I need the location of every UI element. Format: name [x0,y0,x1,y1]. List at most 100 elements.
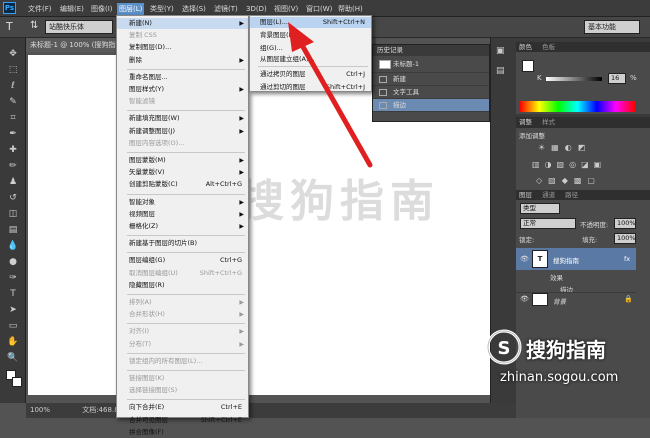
menu-3d[interactable]: 3D(D) [244,3,269,15]
tab-paths[interactable]: 路径 [565,191,578,199]
adjustment-icons-row3[interactable]: ◇▨◆▩▢ [536,176,601,185]
menu-window[interactable]: 窗口(W) [304,3,334,15]
menu-filter[interactable]: 滤镜(T) [212,3,240,15]
layer-menu-item[interactable]: 新建基于图层的切片(B) [117,238,248,249]
k-value-field[interactable]: 16 [608,73,626,84]
background-color-swatch[interactable] [12,377,22,387]
eraser-icon[interactable]: ◫ [4,208,22,221]
layer-kind-filter[interactable]: 类型 [520,203,560,214]
text-tool-icon[interactable]: T [4,288,22,301]
gradient-tool-icon[interactable]: ▤ [4,224,22,237]
layer-menu-item[interactable]: 新建(N) ▶ [117,18,248,29]
eye-icon-bg[interactable]: 👁 [520,295,529,303]
layer-menu-item[interactable]: 视频图层 ▶ [117,209,248,220]
layer-menu-item[interactable]: 矢量蒙版(V) ▶ [117,167,248,178]
menu-item-label: 矢量蒙版(V) [129,168,165,177]
zoom-tool-icon[interactable]: 🔍 [4,352,22,365]
layer-menu-item[interactable]: 向下合并(E) Ctrl+E [117,402,248,413]
layer-menu-item[interactable]: 拼合图像(F) [117,427,248,438]
lasso-tool-icon[interactable]: ℓ [4,80,22,93]
eye-icon[interactable]: 👁 [520,255,529,263]
document-info[interactable]: 文档:468.8 [82,406,118,414]
lock-label: 锁定: [519,236,535,244]
hand-tool-icon[interactable]: ✋ [4,336,22,349]
menu-edit[interactable]: 编辑(E) [58,3,86,15]
font-family-select[interactable]: 站酷快乐体 [45,20,113,34]
layer-menu-item[interactable]: 图层样式(Y) ▶ [117,84,248,95]
menu-select[interactable]: 选择(S) [180,3,208,15]
k-slider[interactable] [546,77,602,81]
brush-tool-icon[interactable]: ✏ [4,160,22,173]
document-tab[interactable]: 未标题-1 @ 100% (搜狗指南) [26,38,126,52]
layer-menu-item[interactable]: 图层蒙版(M) ▶ [117,155,248,166]
marquee-tool-icon[interactable]: ⬚ [4,64,22,77]
crop-tool-icon[interactable]: ⌗ [4,112,22,125]
eyedropper-icon[interactable]: ✒ [4,128,22,141]
opacity-field[interactable]: 100% [614,218,636,229]
menu-item-label: 隐藏图层(R) [129,280,165,289]
tab-channels[interactable]: 通道 [542,191,555,199]
healing-brush-icon[interactable]: ✚ [4,144,22,157]
layer-menu-item[interactable]: 重命名图层... [117,72,248,83]
fill-field[interactable]: 100% [614,233,636,244]
layer-menu-item[interactable]: 栅格化(Z) ▶ [117,221,248,232]
type-tool-icon[interactable]: T [6,20,13,33]
stamp-tool-icon[interactable]: ♟ [4,176,22,189]
menu-type[interactable]: 类型(Y) [148,3,176,15]
background-layer-thumb [532,293,548,306]
history-brush-icon[interactable]: ↺ [4,192,22,205]
panel-foreground-swatch[interactable] [522,60,534,72]
tab-styles[interactable]: 样式 [542,118,555,126]
layer-menu-item[interactable]: 智能对象 ▶ [117,197,248,208]
menu-separator [127,235,245,237]
layer-menu-item[interactable]: 创建剪贴蒙版(C) Alt+Ctrl+G [117,179,248,190]
layer-name[interactable]: 搜狗指南 [553,255,579,265]
zoom-level[interactable]: 100% [30,406,50,414]
layer-menu-item[interactable]: 复制图层(D)... [117,42,248,53]
submenu-arrow-icon: ▶ [239,198,244,206]
menu-help[interactable]: 帮助(H) [336,3,365,15]
workspace-select[interactable]: 基本功能 [584,20,640,34]
layer-menu-item[interactable]: 新建调整图层(J) ▶ [117,126,248,137]
layer-menu-item[interactable]: 图层编组(G) Ctrl+G [117,255,248,266]
tab-layers[interactable]: 图层 [519,191,532,199]
menu-image[interactable]: 图像(I) [89,3,115,15]
adjustment-icons-row2[interactable]: ▥◑▧◎◪▣ [532,160,606,169]
fx-icon[interactable]: fx [624,255,630,263]
menu-layer[interactable]: 图层(L) [117,3,145,15]
opacity-label: 不透明度: [580,221,609,229]
layer-menu-item[interactable]: 删除 ▶ [117,55,248,66]
orientation-icon[interactable]: ⇅ [30,20,38,31]
submenu-arrow-icon: ▶ [239,299,244,306]
pen-tool-icon[interactable]: ✑ [4,272,22,285]
layer-menu-item: 选择链接图层(S) [117,385,248,396]
quick-select-icon[interactable]: ✎ [4,96,22,109]
menu-view[interactable]: 视图(V) [272,3,300,15]
dodge-tool-icon[interactable]: ● [4,256,22,269]
menu-item-label: 复制 CSS [129,31,157,40]
shape-tool-icon[interactable]: ▭ [4,320,22,333]
menu-item-shortcut: Ctrl+E [220,403,242,412]
background-layer-name[interactable]: 背景 [553,296,566,306]
blur-tool-icon[interactable]: 💧 [4,240,22,253]
menu-item-label: 栅格化(Z) [129,222,159,230]
move-tool-icon[interactable]: ✥ [4,48,22,61]
effects-label: 效果 [550,274,563,282]
history-panel-icon[interactable]: ▣ [496,46,505,56]
tab-swatches[interactable]: 色板 [542,43,555,51]
adjustment-icons-row1[interactable]: ☀▦◐◩ [538,143,591,152]
path-select-icon[interactable]: ➤ [4,304,22,317]
menu-item-label: 新建(N) [129,19,152,27]
menu-file[interactable]: 文件(F) [26,3,54,15]
menu-item-label: 删除 [129,55,142,64]
tab-color[interactable]: 颜色 [519,43,532,51]
layer-menu-item[interactable]: 合并可见图层 Shift+Ctrl+E [117,415,248,426]
menu-item-label: 合并形状(H) [129,310,165,319]
layer-menu-item[interactable]: 隐藏图层(R) [117,280,248,291]
tab-adjustments[interactable]: 调整 [519,118,532,126]
layer-menu-item: 取消图层编组(U) Shift+Ctrl+G [117,268,248,279]
blend-mode-select[interactable]: 正常 [520,218,576,229]
layer-menu-item[interactable]: 新建填充图层(W) ▶ [117,113,248,124]
color-spectrum[interactable] [520,101,635,112]
properties-panel-icon[interactable]: ▤ [496,66,505,76]
